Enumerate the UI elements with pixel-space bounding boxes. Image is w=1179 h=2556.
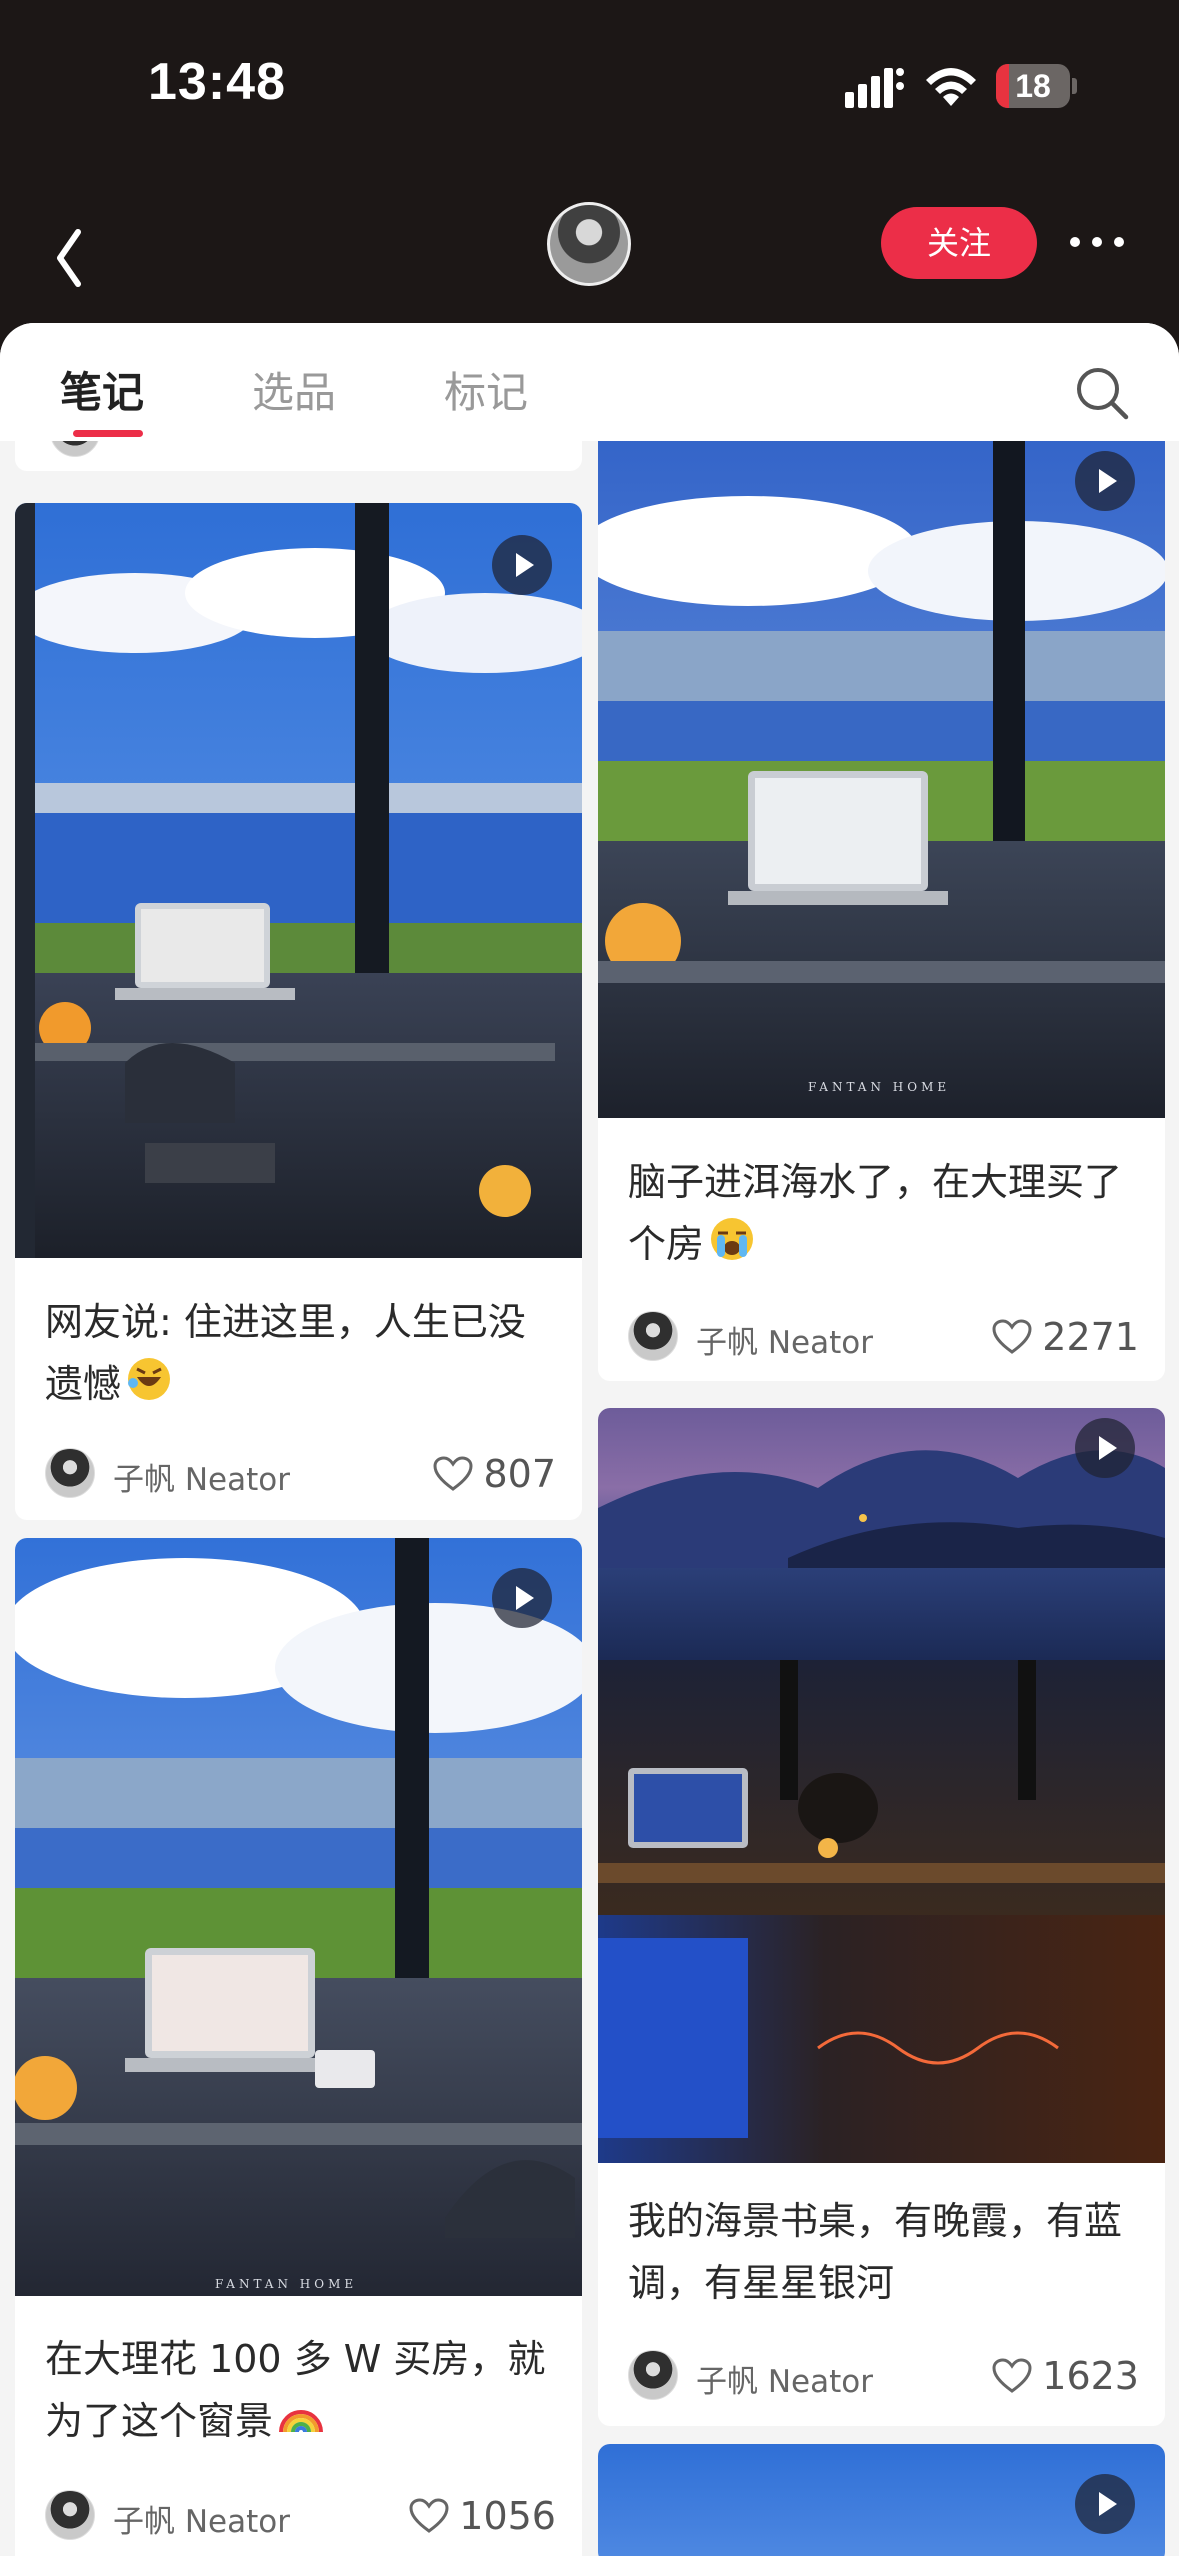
svg-text:FANTAN HOME: FANTAN HOME [215,2277,357,2291]
like-button[interactable]: 807 [433,1448,556,1500]
note-card[interactable]: 我的海景书桌，有晚霞，有蓝调，有星星银河 子帆 Neator 1623 [598,1408,1165,2426]
note-title-text: 脑子进洱海水了，在大理买了个房 [628,1160,1123,1266]
video-play-icon [492,535,552,595]
more-dot [1070,237,1080,247]
note-meta: 子帆 Neator 1056 [45,2488,556,2544]
note-cover-image: FANTAN HOME [15,1538,582,2296]
svg-text:FANTAN HOME: FANTAN HOME [808,1080,950,1094]
tab-bar: 笔记 选品 标记 [0,323,1179,441]
laughing-emoji-icon [128,1358,171,1400]
note-meta: 子帆 Neator 1623 [628,2348,1139,2404]
like-count: 1056 [459,2494,556,2538]
like-button[interactable]: 1056 [409,2490,556,2542]
crying-emoji-icon [711,1218,754,1260]
cellular-signal-icon [845,68,904,108]
note-title: 在大理花 100 多 W 买房，就为了这个窗景 [45,2328,555,2452]
like-count: 807 [483,1452,556,1496]
like-button[interactable]: 2271 [992,1311,1139,1363]
author-name[interactable]: 子帆 Neator [696,2356,873,2401]
note-meta: 子帆 Neator 2271 [628,1309,1139,1365]
tab-marked[interactable]: 标记 [444,359,528,420]
author-avatar[interactable] [45,2490,95,2540]
note-title: 我的海景书桌，有晚霞，有蓝调，有星星银河 [628,2190,1138,2314]
video-play-icon [1075,2474,1135,2534]
author-avatar[interactable] [45,1448,95,1498]
more-dot [1092,237,1102,247]
active-tab-indicator [73,430,143,437]
heart-icon [992,2358,1032,2393]
battery-indicator: 18 [996,64,1077,108]
author-name[interactable]: 子帆 Neator [113,1454,290,1499]
note-card[interactable]: FANTAN HOME 脑子进洱海水了，在大理买了个房 子帆 Neator 22… [598,441,1165,1381]
heart-icon [992,1319,1032,1354]
status-time: 13:48 [148,53,286,111]
note-card[interactable]: FANTAN HOME 在大理花 100 多 W 买房，就为了这个窗景 子帆 N… [15,1538,582,2556]
battery-level: 18 [1015,68,1051,104]
notes-feed[interactable]: 网友说: 住进这里，人生已没遗憾 子帆 Neator 807 FANTAN HO… [0,441,1179,2556]
author-avatar[interactable] [628,1311,678,1361]
status-bar: 13:48 18 [0,0,1179,170]
note-title-text: 我的海景书桌，有晚霞，有蓝调，有星星银河 [628,2199,1123,2305]
like-button[interactable]: 1623 [992,2350,1139,2402]
heart-icon [433,1456,473,1491]
wifi-icon [926,68,976,106]
author-name[interactable]: 子帆 Neator [696,1317,873,1362]
author-avatar[interactable] [628,2350,678,2400]
note-title: 网友说: 住进这里，人生已没遗憾 [45,1291,555,1415]
tab-selected-products[interactable]: 选品 [252,359,336,420]
tab-notes[interactable]: 笔记 [60,359,144,420]
video-play-icon [1075,451,1135,511]
heart-icon [409,2498,449,2533]
search-icon[interactable] [1074,365,1130,421]
back-arrow-icon[interactable] [44,218,100,298]
note-card-partial[interactable] [15,441,582,471]
note-cover-image: FANTAN HOME [598,441,1165,1118]
top-navigation: 关注 [0,180,1179,330]
note-card-partial[interactable] [598,2444,1165,2556]
battery-tip [1072,78,1077,94]
follow-button[interactable]: 关注 [881,207,1037,279]
note-title: 脑子进洱海水了，在大理买了个房 [628,1151,1138,1275]
video-play-icon [1075,1418,1135,1478]
rainbow-emoji-icon [279,2410,324,2433]
author-avatar [50,441,100,457]
more-dot [1114,237,1124,247]
like-count: 2271 [1042,1315,1139,1359]
app-screen: 13:48 18 关注 笔记 选品 标记 网友说: 住进这里，人生已没遗憾 子帆… [0,0,1179,2556]
author-name[interactable]: 子帆 Neator [113,2496,290,2541]
note-cover-image [598,1408,1165,2163]
battery-body: 18 [996,64,1070,108]
content-sheet: 笔记 选品 标记 网友说: 住进这里，人生已没遗憾 子帆 Neator 807 … [0,323,1179,2556]
note-card[interactable]: 网友说: 住进这里，人生已没遗憾 子帆 Neator 807 [15,503,582,1520]
note-meta: 子帆 Neator 807 [45,1446,556,1502]
more-icon[interactable] [1066,222,1128,262]
profile-avatar[interactable] [547,202,631,286]
note-cover-image [15,503,582,1258]
note-title-text: 网友说: 住进这里，人生已没遗憾 [45,1300,526,1406]
like-count: 1623 [1042,2354,1139,2398]
video-play-icon [492,1568,552,1628]
